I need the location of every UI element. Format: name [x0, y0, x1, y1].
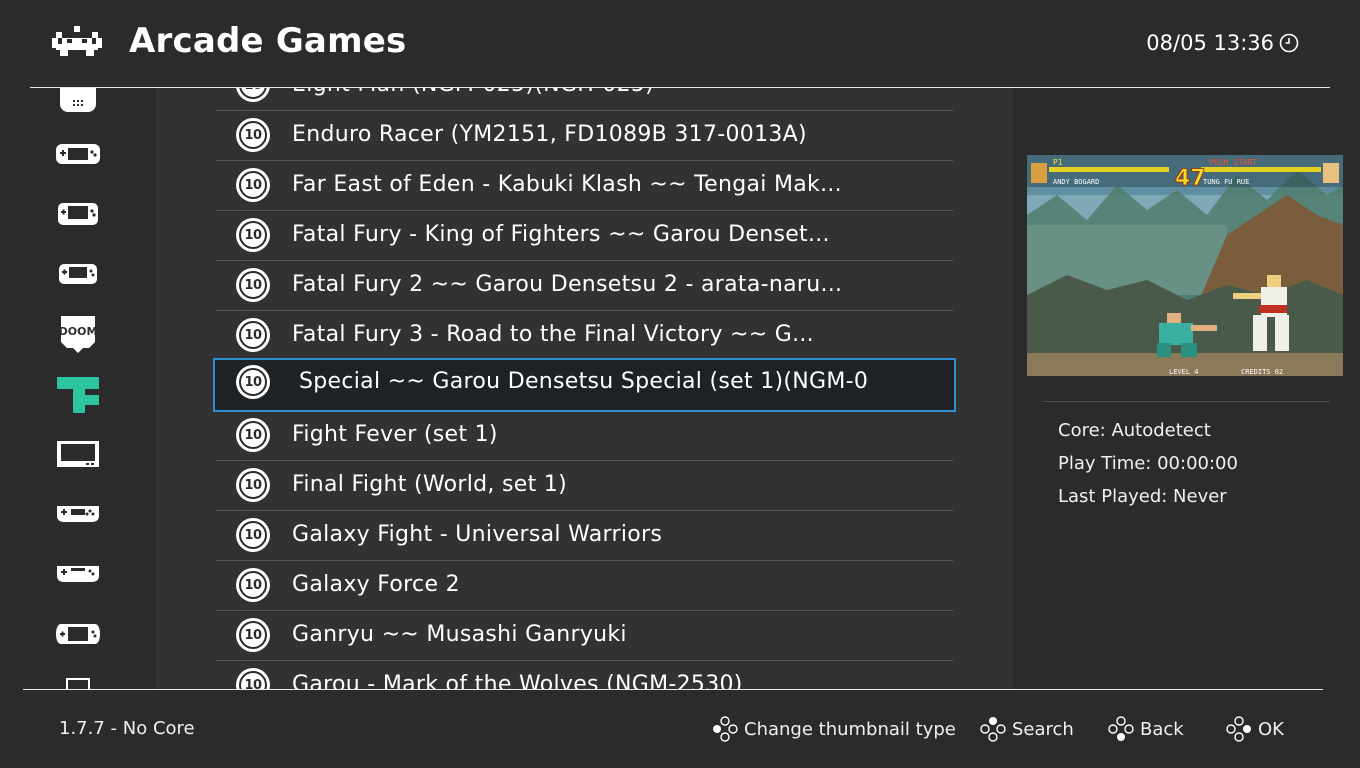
sega-32x-icon: [57, 566, 99, 582]
core-info: Core: Autodetect: [1058, 420, 1211, 441]
p1-name: ANDY BOGARD: [1053, 178, 1099, 186]
dpad-up-icon: [980, 717, 1006, 742]
clock: 08/05 13:36: [1146, 31, 1300, 55]
credits-text: CREDITS 02: [1241, 368, 1283, 376]
doom-icon: DOOM: [59, 316, 98, 353]
list-item-label: Garou - Mark of the Wolves (NGM-2530): [292, 672, 743, 690]
dpad-down-icon: [1108, 716, 1134, 741]
sidebar-item-doom[interactable]: DOOM: [55, 314, 101, 354]
sidebar-item-sega-32x[interactable]: [55, 554, 101, 594]
list-item-label: Fatal Fury - King of Fighters ~~ Garou D…: [292, 222, 830, 247]
list-item[interactable]: 10 Fight Fever (set 1): [216, 411, 953, 461]
details-panel: 47 P1 PUSH START ANDY BOGARD TUNG FU RUE…: [1013, 88, 1360, 690]
round-timer: 47: [1175, 166, 1206, 191]
sega-icon: [57, 506, 99, 522]
list-item-label: Eight Man (NGM-025)(NGH-025): [292, 88, 654, 97]
list-item-label: Enduro Racer (YM2151, FD1089B 317-0013A): [292, 122, 807, 147]
list-item-label: Galaxy Force 2: [292, 572, 460, 597]
arcade-coin-icon: 10: [236, 418, 270, 452]
sidebar-item-arcade[interactable]: [55, 374, 101, 414]
hint-change-thumbnail[interactable]: Change thumbnail type: [712, 716, 956, 742]
sidebar-item-gba[interactable]: [55, 614, 101, 654]
level-text: LEVEL 4: [1169, 368, 1199, 376]
arcade-coin-icon: 10: [236, 318, 270, 352]
arcade-coin-icon: 10: [236, 518, 270, 552]
hint-label: Back: [1140, 718, 1184, 740]
list-item-label: Ganryu ~~ Musashi Ganryuki: [292, 622, 627, 647]
list-item[interactable]: 10 Galaxy Fight - Universal Warriors: [216, 511, 953, 561]
last-played: Last Played: Never: [1058, 486, 1227, 507]
list-item[interactable]: 10 Fatal Fury 2 ~~ Garou Densetsu 2 - ar…: [216, 261, 953, 311]
sidebar: DOOM: [0, 88, 156, 690]
details-divider: [1043, 401, 1330, 402]
list-item-label: Galaxy Fight - Universal Warriors: [292, 522, 663, 547]
header: Arcade Games 08/05 13:36: [0, 0, 1360, 88]
hint-search[interactable]: Search: [980, 716, 1074, 742]
game-gear-icon: [56, 144, 100, 164]
svg-text:DOOM: DOOM: [59, 325, 98, 338]
list-item-label: Final Fight (World, set 1): [292, 472, 568, 497]
list-item-label: Far East of Eden - Kabuki Klash ~~ Tenga…: [292, 172, 842, 197]
hint-label: Search: [1012, 718, 1074, 740]
list-item-label: Fatal Fury 2 ~~ Garou Densetsu 2 - arata…: [292, 272, 843, 297]
list-item[interactable]: 10 Ganryu ~~ Musashi Ganryuki: [216, 611, 953, 661]
p2-name: TUNG FU RUE: [1203, 178, 1249, 186]
sidebar-item-tv-console[interactable]: [55, 434, 101, 474]
arcade-coin-icon: 10: [236, 88, 270, 102]
hint-label: OK: [1258, 718, 1284, 740]
clock-icon: [1279, 33, 1299, 53]
arcade-coin-icon: 10: [236, 118, 270, 152]
list-item-selected[interactable]: 10 Special ~~ Garou Densetsu Special (se…: [213, 358, 956, 412]
version-text: 1.7.7 - No Core: [59, 718, 195, 739]
arcade-coin-icon: 10: [236, 365, 270, 399]
clock-text: 08/05 13:36: [1146, 31, 1274, 55]
page-title: Arcade Games: [129, 21, 407, 61]
list-item[interactable]: 10 Garou - Mark of the Wolves (NGM-2530): [216, 661, 953, 690]
arcade-coin-icon: 10: [236, 168, 270, 202]
list-item[interactable]: 10 Final Fight (World, set 1): [216, 461, 953, 511]
hint-label: Change thumbnail type: [744, 718, 956, 740]
play-time: Play Time: 00:00:00: [1058, 453, 1238, 474]
list-item[interactable]: 10 Eight Man (NGM-025)(NGH-025): [216, 88, 953, 111]
dpad-right-icon: [1226, 716, 1251, 742]
arcade-coin-icon: 10: [236, 668, 270, 690]
sidebar-item-gamepad-vertical[interactable]: [55, 88, 101, 116]
list-item[interactable]: 10 Galaxy Force 2: [216, 561, 953, 611]
hint-ok[interactable]: OK: [1226, 716, 1284, 742]
footer: 1.7.7 - No Core Change thumbnail type Se…: [0, 690, 1360, 768]
hint-back[interactable]: Back: [1108, 716, 1184, 742]
arcade-icon: [57, 377, 99, 413]
list-item[interactable]: 10 Fatal Fury - King of Fighters ~~ Garo…: [216, 211, 953, 261]
sidebar-item-square[interactable]: [55, 668, 101, 690]
sidebar-item-sega[interactable]: [55, 494, 101, 534]
list-item[interactable]: 10 Fatal Fury 3 - Road to the Final Vict…: [216, 311, 953, 361]
list-item[interactable]: 10 Enduro Racer (YM2151, FD1089B 317-001…: [216, 111, 953, 161]
retroarch-logo-icon: [52, 26, 102, 56]
gba-icon: [56, 624, 100, 644]
arcade-coin-icon: 10: [236, 268, 270, 302]
handheld-small-icon: [59, 264, 97, 284]
arcade-coin-icon: 10: [236, 568, 270, 602]
p1-label: P1: [1053, 158, 1063, 167]
dpad-left-icon: [713, 716, 738, 742]
list-item-label: Fight Fever (set 1): [292, 422, 498, 447]
sidebar-item-handheld-small[interactable]: [55, 254, 101, 294]
game-thumbnail: 47 P1 PUSH START ANDY BOGARD TUNG FU RUE…: [1027, 155, 1343, 376]
p2-label: PUSH START: [1209, 158, 1257, 167]
sidebar-item-handheld[interactable]: [55, 194, 101, 234]
handheld-icon: [58, 203, 98, 225]
square-icon: [66, 678, 90, 690]
arcade-coin-icon: 10: [236, 218, 270, 252]
gamepad-vertical-icon: [60, 88, 96, 112]
list-item[interactable]: 10 Far East of Eden - Kabuki Klash ~~ Te…: [216, 161, 953, 211]
arcade-coin-icon: 10: [236, 468, 270, 502]
tv-console-icon: [57, 441, 99, 467]
sidebar-item-game-gear[interactable]: [55, 134, 101, 174]
list-item-label: Fatal Fury 3 - Road to the Final Victory…: [292, 322, 814, 347]
list-item-label: Special ~~ Garou Densetsu Special (set 1…: [299, 369, 869, 394]
game-list: 10 Eight Man (NGM-025)(NGH-025) 10 Endur…: [156, 88, 1013, 690]
arcade-coin-icon: 10: [236, 618, 270, 652]
